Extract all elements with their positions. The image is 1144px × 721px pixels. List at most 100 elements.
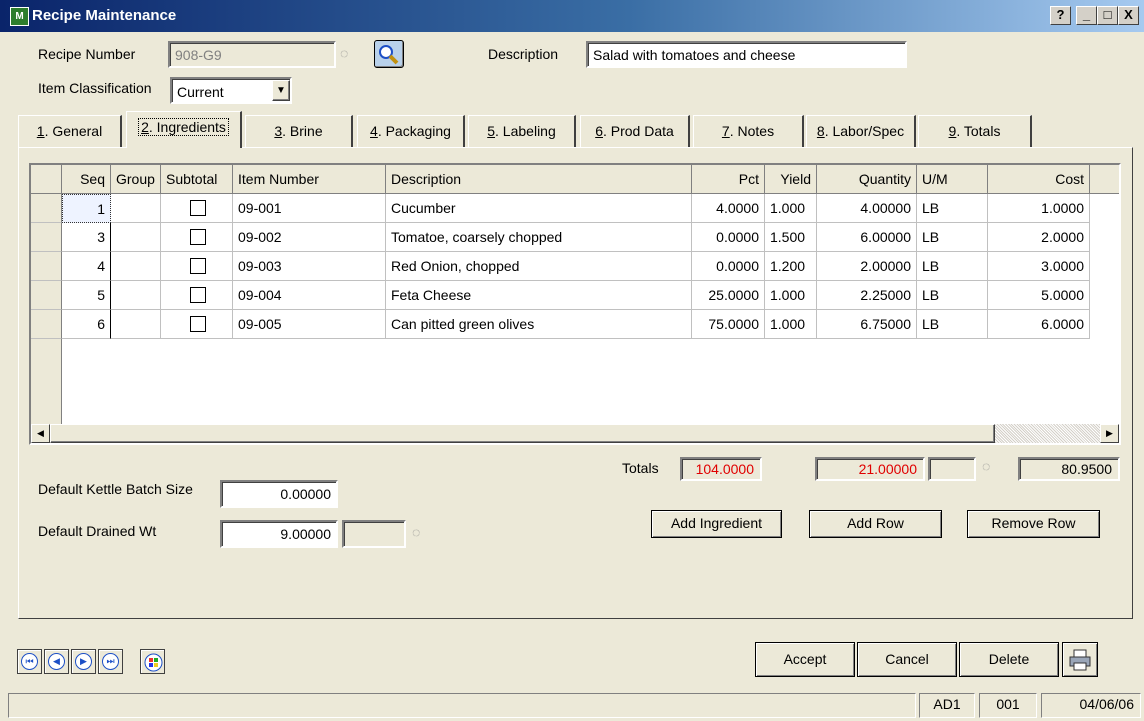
subtotal-checkbox[interactable] <box>190 200 206 216</box>
tab-notes[interactable]: 7. Notes <box>693 115 804 147</box>
scroll-right-icon[interactable]: ▶ <box>1100 424 1119 443</box>
column-header-cost[interactable]: Cost <box>988 165 1090 194</box>
subtotal-checkbox[interactable] <box>190 316 206 332</box>
tab-packaging[interactable]: 4. Packaging <box>357 115 465 147</box>
pct-cell[interactable]: 0.0000 <box>692 223 765 252</box>
ingredients-grid[interactable]: Seq Group Subtotal Item Number Descripti… <box>29 163 1121 445</box>
column-header-seq[interactable]: Seq <box>62 165 111 194</box>
previous-record-button[interactable]: ◀ <box>44 649 69 674</box>
close-button[interactable]: X <box>1118 6 1139 25</box>
tab-prod-data[interactable]: 6. Prod Data <box>580 115 690 147</box>
column-header-quantity[interactable]: Quantity <box>817 165 917 194</box>
quantity-cell[interactable]: 6.75000 <box>817 310 917 339</box>
seq-cell[interactable]: 3 <box>62 223 111 252</box>
group-cell[interactable] <box>111 252 161 281</box>
um-cell[interactable]: LB <box>917 310 988 339</box>
subtotal-cell[interactable] <box>161 223 233 252</box>
help-button[interactable]: ? <box>1050 6 1071 25</box>
item-number-cell[interactable]: 09-001 <box>233 194 386 223</box>
windows-button[interactable] <box>140 649 165 674</box>
group-cell[interactable] <box>111 194 161 223</box>
delete-button[interactable]: Delete <box>959 642 1059 677</box>
description-cell[interactable]: Feta Cheese <box>386 281 692 310</box>
quantity-cell[interactable]: 6.00000 <box>817 223 917 252</box>
subtotal-cell[interactable] <box>161 310 233 339</box>
seq-cell[interactable]: 5 <box>62 281 111 310</box>
column-header-description[interactable]: Description <box>386 165 692 194</box>
print-button[interactable] <box>1062 642 1098 677</box>
tab-general[interactable]: 1. General <box>18 115 122 147</box>
kettle-batch-field[interactable]: 0.00000 <box>220 480 338 508</box>
item-number-cell[interactable]: 09-003 <box>233 252 386 281</box>
um-cell[interactable]: LB <box>917 252 988 281</box>
row-selector[interactable] <box>31 310 62 339</box>
subtotal-checkbox[interactable] <box>190 258 206 274</box>
cancel-button[interactable]: Cancel <box>857 642 957 677</box>
group-cell[interactable] <box>111 223 161 252</box>
yield-cell[interactable]: 1.500 <box>765 223 817 252</box>
scroll-left-icon[interactable]: ◀ <box>31 424 50 443</box>
quantity-cell[interactable]: 4.00000 <box>817 194 917 223</box>
lookup-button[interactable] <box>374 40 404 68</box>
pct-cell[interactable]: 4.0000 <box>692 194 765 223</box>
cost-cell[interactable]: 3.0000 <box>988 252 1090 281</box>
column-header-subtotal[interactable]: Subtotal <box>161 165 233 194</box>
yield-cell[interactable]: 1.000 <box>765 194 817 223</box>
column-header-group[interactable]: Group <box>111 165 161 194</box>
drained-wt-field[interactable]: 9.00000 <box>220 520 338 548</box>
item-classification-select[interactable]: Current ▼ <box>170 77 292 104</box>
subtotal-checkbox[interactable] <box>190 287 206 303</box>
remove-row-button[interactable]: Remove Row <box>967 510 1100 538</box>
recipe-lookup-icon[interactable]: ◌ <box>340 45 354 63</box>
subtotal-cell[interactable] <box>161 281 233 310</box>
item-number-cell[interactable]: 09-002 <box>233 223 386 252</box>
um-cell[interactable]: LB <box>917 194 988 223</box>
last-record-button[interactable]: ⏭ <box>98 649 123 674</box>
quantity-cell[interactable]: 2.25000 <box>817 281 917 310</box>
item-number-cell[interactable]: 09-004 <box>233 281 386 310</box>
cost-cell[interactable]: 5.0000 <box>988 281 1090 310</box>
cost-cell[interactable]: 6.0000 <box>988 310 1090 339</box>
item-number-cell[interactable]: 09-005 <box>233 310 386 339</box>
next-record-button[interactable]: ▶ <box>71 649 96 674</box>
um-cell[interactable]: LB <box>917 281 988 310</box>
row-selector[interactable] <box>31 223 62 252</box>
add-ingredient-button[interactable]: Add Ingredient <box>651 510 782 538</box>
row-selector[interactable] <box>31 281 62 310</box>
subtotal-cell[interactable] <box>161 252 233 281</box>
maximize-button[interactable]: □ <box>1097 6 1118 25</box>
quantity-cell[interactable]: 2.00000 <box>817 252 917 281</box>
seq-cell[interactable]: 1 <box>62 194 111 223</box>
tab-ingredients[interactable]: 2. Ingredients <box>126 111 242 148</box>
description-cell[interactable]: Red Onion, chopped <box>386 252 692 281</box>
cost-cell[interactable]: 1.0000 <box>988 194 1090 223</box>
add-row-button[interactable]: Add Row <box>809 510 942 538</box>
pct-cell[interactable]: 75.0000 <box>692 310 765 339</box>
scroll-thumb[interactable] <box>50 424 995 443</box>
description-cell[interactable]: Cucumber <box>386 194 692 223</box>
drained-wt-lookup-icon[interactable]: ◌ <box>412 524 426 542</box>
minimize-button[interactable]: _ <box>1076 6 1097 25</box>
description-field[interactable]: Salad with tomatoes and cheese <box>586 41 907 68</box>
accept-button[interactable]: Accept <box>755 642 855 677</box>
description-cell[interactable]: Tomatoe, coarsely chopped <box>386 223 692 252</box>
chevron-down-icon[interactable]: ▼ <box>272 80 290 101</box>
group-cell[interactable] <box>111 310 161 339</box>
seq-cell[interactable]: 4 <box>62 252 111 281</box>
column-header-um[interactable]: U/M <box>917 165 988 194</box>
cost-cell[interactable]: 2.0000 <box>988 223 1090 252</box>
column-header-yield[interactable]: Yield <box>765 165 817 194</box>
yield-cell[interactable]: 1.000 <box>765 281 817 310</box>
group-cell[interactable] <box>111 281 161 310</box>
tab-labeling[interactable]: 5. Labeling <box>468 115 576 147</box>
row-selector[interactable] <box>31 252 62 281</box>
column-header-pct[interactable]: Pct <box>692 165 765 194</box>
yield-cell[interactable]: 1.200 <box>765 252 817 281</box>
tab-totals[interactable]: 9. Totals <box>918 115 1032 147</box>
row-selector[interactable] <box>31 194 62 223</box>
first-record-button[interactable]: ⏮ <box>17 649 42 674</box>
description-cell[interactable]: Can pitted green olives <box>386 310 692 339</box>
horizontal-scrollbar[interactable]: ◀ ▶ <box>31 424 1119 443</box>
um-cell[interactable]: LB <box>917 223 988 252</box>
yield-cell[interactable]: 1.000 <box>765 310 817 339</box>
